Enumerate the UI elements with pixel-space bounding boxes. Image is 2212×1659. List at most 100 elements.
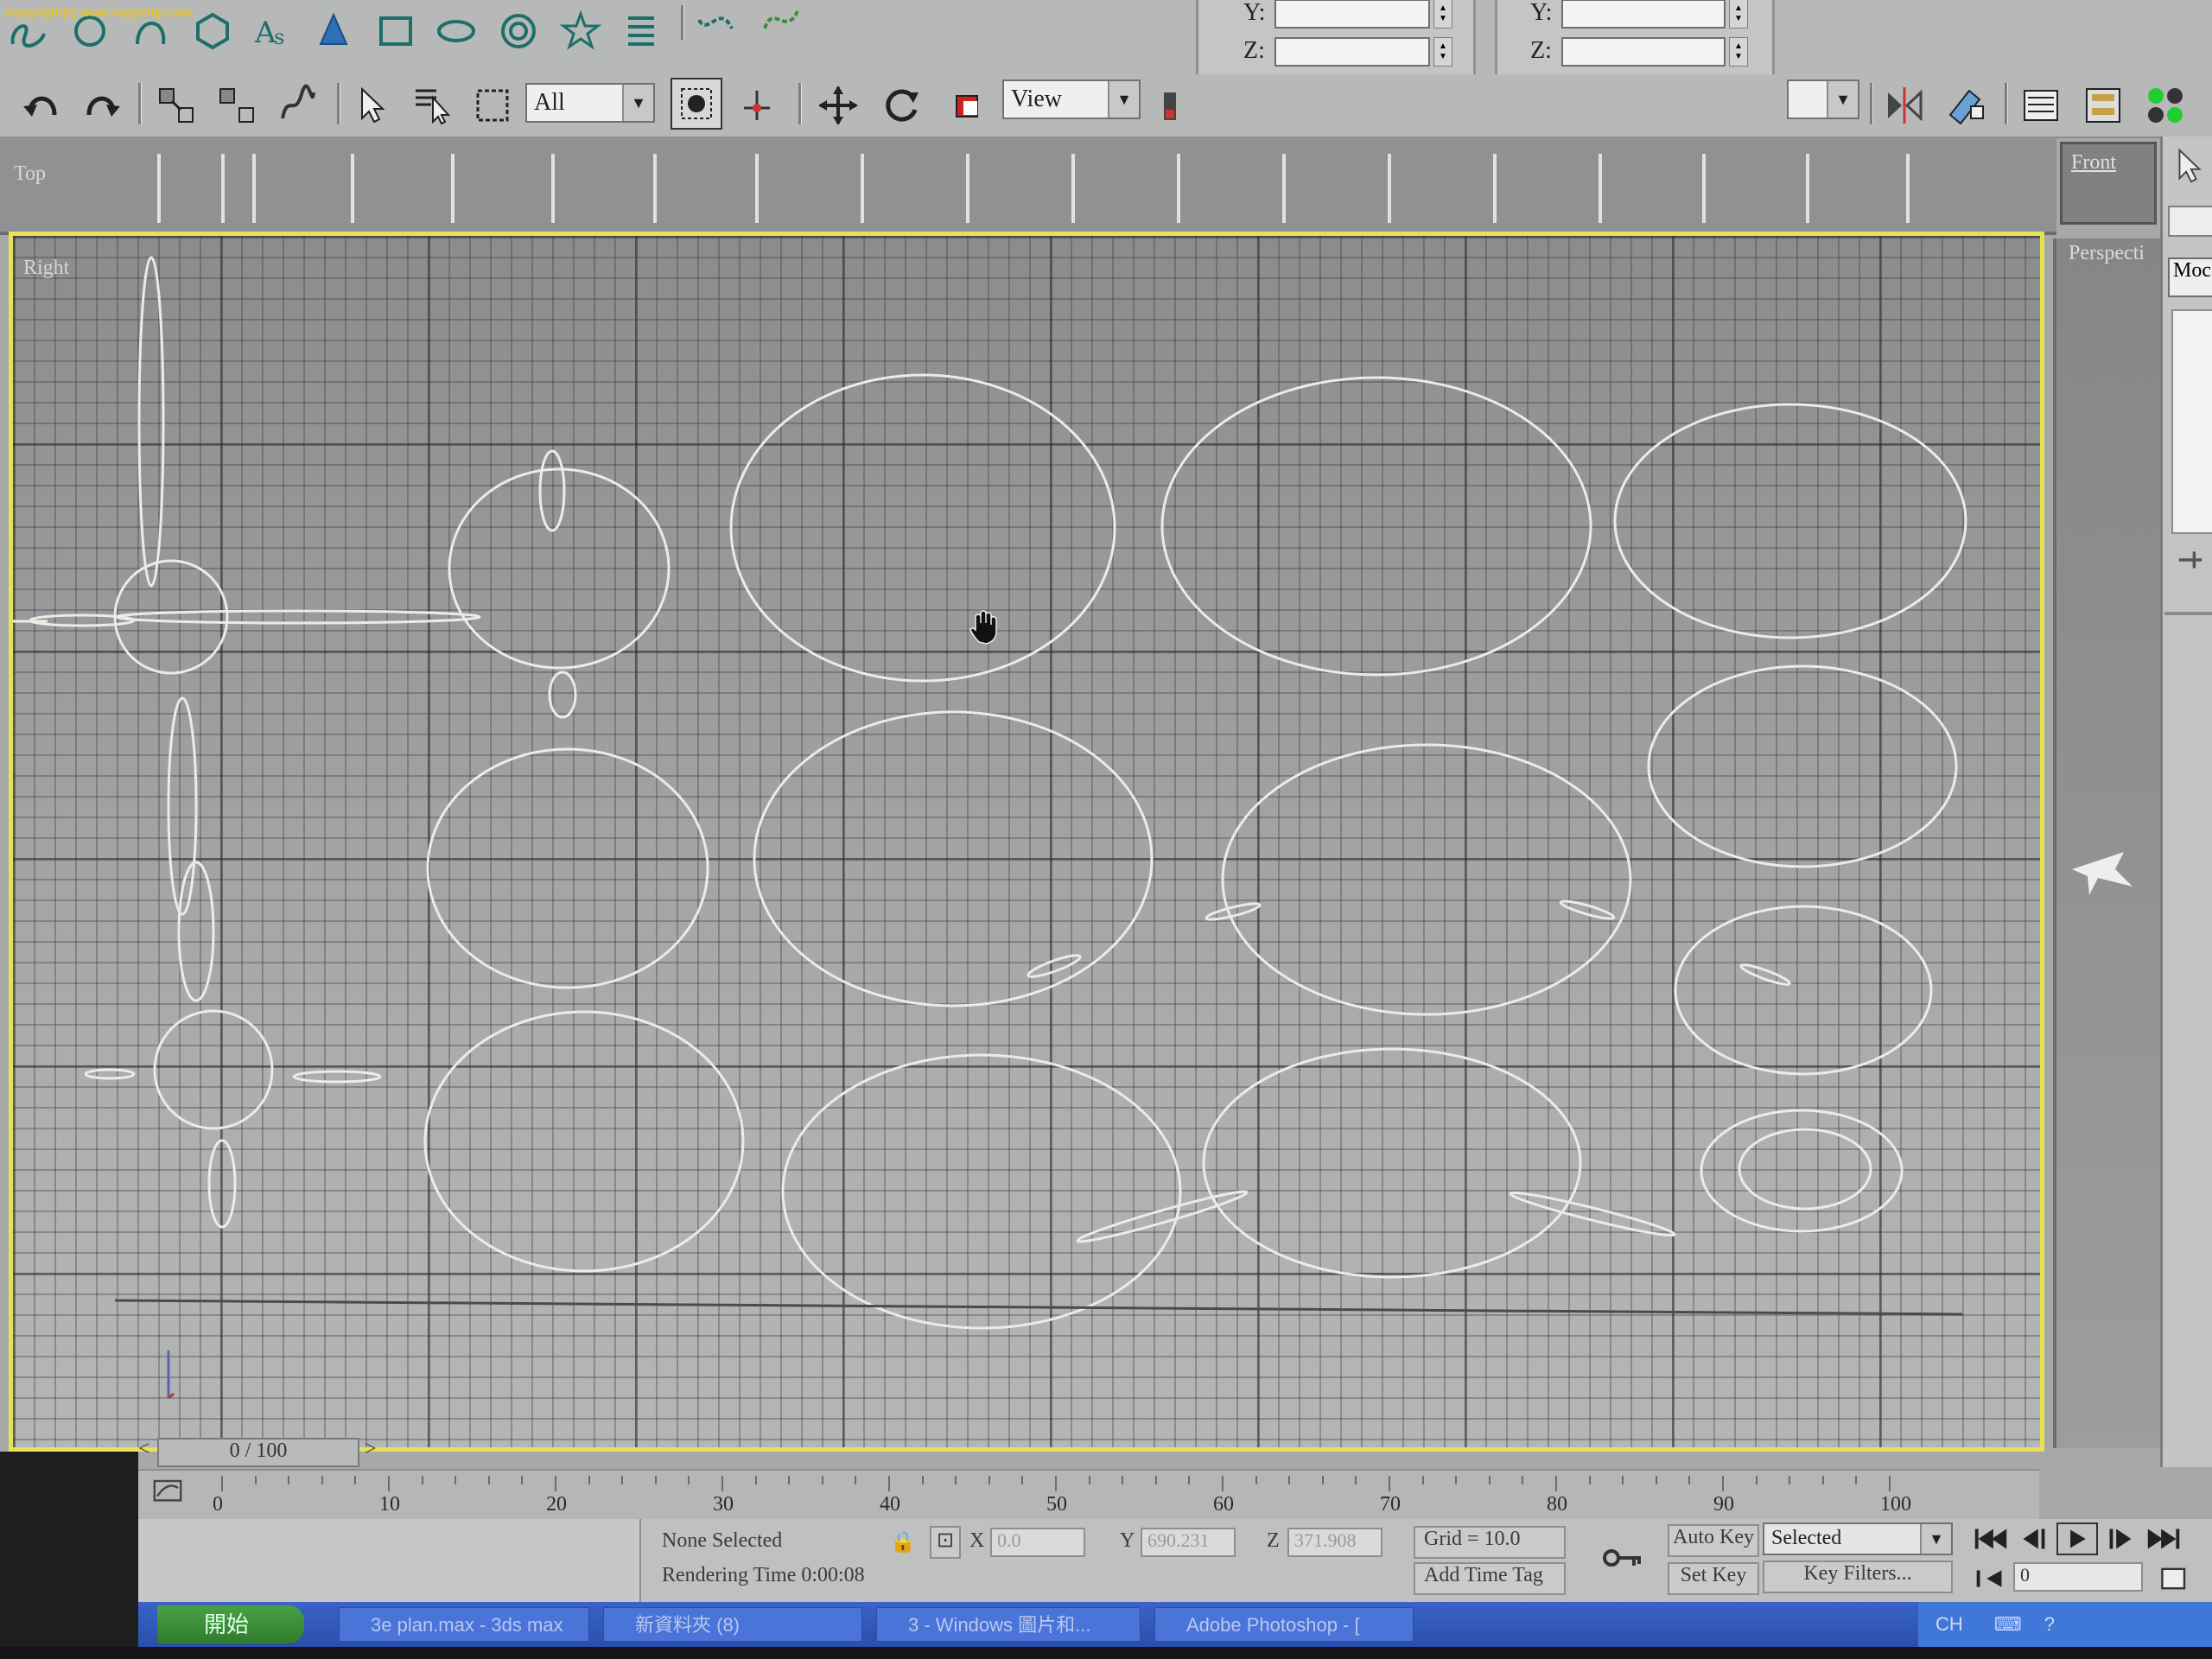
viewport-front-label[interactable]: Front (2071, 151, 2116, 175)
ellipse-spline[interactable] (753, 710, 1154, 1007)
rotate-icon[interactable] (878, 81, 926, 130)
ellipse-icon[interactable] (432, 7, 480, 55)
cursor-arrow-icon[interactable] (2168, 145, 2209, 187)
pivot-icon[interactable] (733, 81, 781, 130)
ellipse-spline[interactable] (1076, 1186, 1249, 1247)
time-config-icon[interactable] (2157, 1562, 2191, 1595)
ellipse-spline[interactable] (423, 1010, 745, 1273)
cone-icon[interactable] (309, 7, 358, 55)
ellipse-spline[interactable] (729, 373, 1116, 683)
coord-z-spinner[interactable]: ▲ ▼ (1433, 37, 1452, 67)
viewport-right[interactable]: Right (9, 232, 2044, 1452)
snap-spline-icon[interactable] (691, 0, 740, 48)
snap-curve-icon[interactable] (757, 0, 805, 48)
ellipse-spline[interactable] (1613, 403, 1967, 639)
coord-z-field[interactable] (1274, 37, 1430, 67)
key-mode-dropdown[interactable]: Selected ▼ (1763, 1522, 1953, 1555)
lock-selection-icon[interactable]: 🔒 (890, 1529, 916, 1554)
propeller-shape[interactable] (13, 256, 481, 916)
set-key-button[interactable]: Set Key (1668, 1562, 1759, 1595)
coord-y-spinner-2[interactable]: ▲ ▼ (1729, 0, 1748, 29)
taskbar-item-folder[interactable]: 新資料夾 (8) (603, 1607, 862, 1642)
helix-icon[interactable] (617, 7, 665, 55)
go-to-end-icon[interactable] (2143, 1522, 2184, 1555)
viewport-front[interactable]: Front (2060, 142, 2157, 225)
align-icon[interactable] (1942, 81, 1991, 130)
key-mode-toggle-icon[interactable] (1970, 1562, 2012, 1595)
language-indicator[interactable]: CH (1936, 1613, 1963, 1635)
ngon-icon[interactable] (188, 7, 237, 55)
track-view-icon[interactable] (2017, 81, 2065, 130)
track-bar[interactable]: 0 10 20 30 40 50 60 70 80 90 100 (138, 1469, 2039, 1521)
play-icon[interactable] (2056, 1522, 2098, 1555)
select-by-name-icon[interactable] (408, 81, 456, 130)
schematic-view-icon[interactable] (2079, 81, 2127, 130)
ellipse-spline[interactable] (1509, 1187, 1676, 1240)
coord-y-field-2[interactable] (1561, 0, 1726, 29)
text-icon[interactable]: As (249, 7, 297, 55)
taskbar-item-image-viewer[interactable]: 3 - Windows 圖片和... (876, 1607, 1141, 1642)
viewport-top[interactable]: Top (0, 137, 2056, 235)
coord-y-spinner[interactable]: ▲ ▼ (1433, 0, 1452, 29)
modify-tab[interactable]: Moc (2168, 257, 2212, 297)
z-coord-field[interactable]: 371.908 (1287, 1528, 1382, 1557)
named-selection-dropdown[interactable]: ▼ (1787, 79, 1859, 119)
redo-icon[interactable] (78, 81, 126, 130)
star-icon[interactable] (556, 7, 605, 55)
coord-z-field-2[interactable] (1561, 37, 1726, 67)
bind-spacewarp-icon[interactable] (273, 81, 321, 130)
scale-icon[interactable] (944, 81, 992, 130)
rectangle-icon[interactable] (372, 7, 420, 55)
key-icon[interactable] (1599, 1536, 1647, 1580)
ellipse-spline[interactable] (426, 747, 709, 989)
x-coord-field[interactable]: 0.0 (990, 1528, 1085, 1557)
taskbar-item-photoshop[interactable]: Adobe Photoshop - [ (1154, 1607, 1414, 1642)
tray-help-icon[interactable]: ? (2044, 1613, 2055, 1635)
coord-y-field[interactable] (1274, 0, 1430, 29)
use-pivot-icon[interactable] (1149, 81, 1198, 130)
viewport-perspective[interactable]: Perspecti (2053, 238, 2160, 1448)
ellipse-spline[interactable] (1739, 962, 1791, 988)
previous-frame-icon[interactable] (2013, 1522, 2055, 1555)
ellipse-spline[interactable] (1160, 376, 1592, 677)
ellipse-spline[interactable] (1559, 898, 1616, 921)
pin-stack-icon[interactable] (2171, 543, 2209, 577)
key-filters-button[interactable]: Key Filters... (1763, 1560, 1953, 1593)
modifier-stack-list[interactable] (2171, 309, 2212, 534)
reference-coord-dropdown[interactable]: View ▼ (1002, 79, 1141, 119)
maxscript-listener[interactable] (138, 1519, 641, 1602)
select-link-icon[interactable] (152, 81, 200, 130)
go-to-start-icon[interactable] (1970, 1522, 2012, 1555)
time-next-button[interactable]: > (365, 1438, 377, 1461)
donut-shape[interactable] (1700, 1109, 1904, 1233)
start-button[interactable]: 開始 (157, 1605, 304, 1643)
absolute-mode-icon[interactable]: ⊡ (930, 1526, 961, 1559)
selection-filter-dropdown[interactable]: All ▼ (525, 83, 655, 123)
mirror-icon[interactable] (1880, 81, 1929, 130)
propeller-shape[interactable] (84, 861, 382, 1229)
next-frame-icon[interactable] (2100, 1522, 2141, 1555)
unlink-icon[interactable] (213, 81, 261, 130)
ellipse-spline[interactable] (781, 1053, 1182, 1330)
coord-z-spinner-2[interactable]: ▲ ▼ (1729, 37, 1748, 67)
ellipse-spline[interactable] (1221, 743, 1632, 1016)
auto-key-button[interactable]: Auto Key (1668, 1524, 1759, 1557)
viewport-perspective-label[interactable]: Perspecti (2069, 242, 2145, 265)
ellipse-spline[interactable] (1674, 905, 1933, 1076)
ring-shape[interactable] (448, 449, 671, 719)
taskbar-item-3dsmax[interactable]: 3e plan.max - 3ds max (339, 1607, 589, 1642)
current-frame-field[interactable]: 0 (2013, 1562, 2143, 1592)
add-time-tag-button[interactable]: Add Time Tag (1414, 1562, 1566, 1595)
viewport-top-label[interactable]: Top (14, 162, 46, 186)
move-icon[interactable] (814, 81, 862, 130)
select-object-icon[interactable] (347, 81, 396, 130)
window-crossing-icon[interactable] (671, 78, 722, 130)
curve-editor-icon[interactable] (150, 1474, 185, 1509)
ellipse-spline[interactable] (1202, 1047, 1582, 1279)
time-slider-thumb[interactable]: 0 / 100 (157, 1438, 359, 1467)
time-slider[interactable]: < 0 / 100 > (138, 1438, 2039, 1467)
ellipse-spline[interactable] (1647, 664, 1958, 868)
tray-keyboard-icon[interactable]: ⌨ (1994, 1613, 2022, 1635)
donut-icon[interactable] (494, 7, 543, 55)
material-editor-icon[interactable] (2141, 81, 2190, 130)
